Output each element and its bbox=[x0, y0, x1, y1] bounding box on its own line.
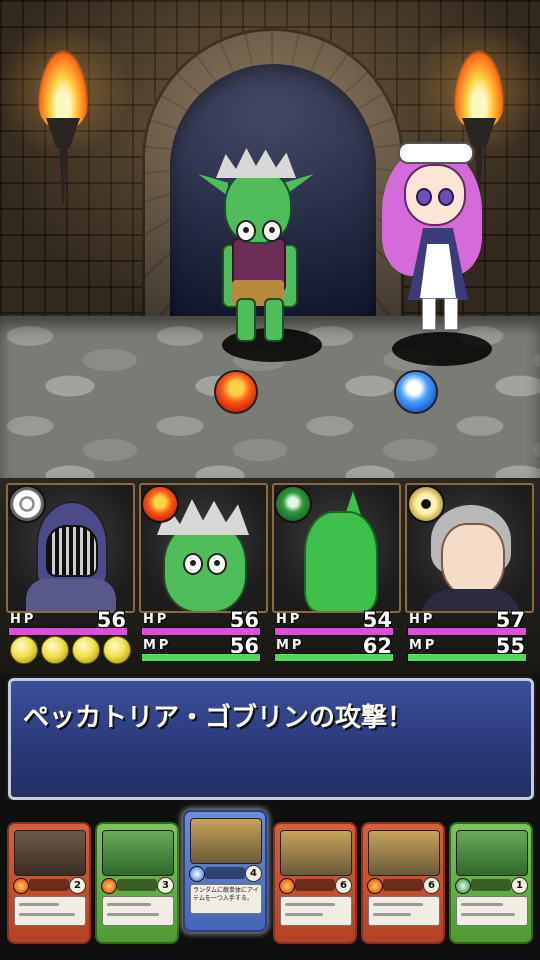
card-text-panel bbox=[280, 896, 352, 926]
enemy-goblin[interactable] bbox=[196, 148, 316, 348]
fire-icon bbox=[101, 878, 117, 894]
card-name-plate bbox=[295, 879, 335, 891]
card-art bbox=[14, 830, 86, 876]
mp-label: MP bbox=[409, 638, 438, 653]
card-name-plate bbox=[471, 879, 511, 891]
hp-stat: HP 54 bbox=[274, 608, 394, 636]
hand-card[interactable]: 6 bbox=[361, 822, 445, 944]
earth-icon bbox=[274, 485, 312, 523]
card-cost: 4 bbox=[245, 865, 262, 882]
card-name-plate bbox=[29, 879, 69, 891]
mp-stat: MP 62 bbox=[274, 634, 394, 662]
energy-orb-icon bbox=[72, 636, 100, 664]
battle-message-text: ペッカトリア・ゴブリンの攻撃！ bbox=[23, 703, 414, 733]
fire-icon bbox=[279, 878, 295, 894]
hand-card-selected[interactable]: 4 ランダムに敵単体にアイテムを一つ入手する。 bbox=[183, 810, 267, 932]
card-text-panel: ランダムに敵単体にアイテムを一つ入手する。 bbox=[190, 884, 262, 914]
mp-bar bbox=[141, 653, 261, 662]
fire-icon bbox=[214, 370, 258, 414]
hp-label: HP bbox=[143, 612, 170, 627]
card-text-panel bbox=[14, 896, 86, 926]
card-art bbox=[368, 830, 440, 876]
card-cost: 3 bbox=[157, 877, 174, 894]
hp-stat: HP 56 bbox=[141, 608, 261, 636]
mp-label: MP bbox=[143, 638, 172, 653]
water-icon bbox=[394, 370, 438, 414]
card-cost: 6 bbox=[335, 877, 352, 894]
card-art bbox=[456, 830, 528, 876]
battle-scene bbox=[0, 0, 540, 478]
hp-stat: HP 57 bbox=[407, 608, 527, 636]
battle-message-box[interactable]: ペッカトリア・ゴブリンの攻撃！ bbox=[8, 678, 534, 800]
party-panel: HP 56 HP 56 HP 54 HP 57 MP 56 MP 62 MP 5… bbox=[0, 478, 540, 674]
enemy-maid[interactable] bbox=[372, 136, 502, 346]
energy-orb-icon bbox=[10, 636, 38, 664]
hand-card[interactable]: 2 bbox=[7, 822, 91, 944]
mp-stat: MP 55 bbox=[407, 634, 527, 662]
hp-bar bbox=[8, 627, 128, 636]
party-member-knight[interactable] bbox=[6, 483, 135, 613]
mp-label: MP bbox=[276, 638, 305, 653]
torch-left bbox=[0, 20, 128, 204]
card-description: ランダムに敵単体にアイテムを一つ入手する。 bbox=[193, 887, 259, 902]
mp-bar bbox=[407, 653, 527, 662]
hp-label: HP bbox=[409, 612, 436, 627]
energy-orb-icon bbox=[103, 636, 131, 664]
hand-card[interactable]: 1 bbox=[449, 822, 533, 944]
party-member-silhouette[interactable] bbox=[272, 483, 401, 613]
wind-icon bbox=[8, 485, 46, 523]
card-hand: 2 3 4 ランダムに敵単体にアイテムを一つ入手する。 6 6 1 bbox=[0, 800, 540, 960]
card-text-panel bbox=[456, 896, 528, 926]
party-member-goblin[interactable] bbox=[139, 483, 268, 613]
card-cost: 1 bbox=[511, 877, 528, 894]
mp-stat: MP 56 bbox=[141, 634, 261, 662]
fire-icon bbox=[367, 878, 383, 894]
mp-bar bbox=[274, 653, 394, 662]
card-art bbox=[102, 830, 174, 876]
hp-label: HP bbox=[276, 612, 303, 627]
card-text-panel bbox=[102, 896, 174, 926]
earth-icon bbox=[455, 878, 471, 894]
card-name-plate bbox=[383, 879, 423, 891]
card-text-panel bbox=[368, 896, 440, 926]
hp-label: HP bbox=[10, 612, 37, 627]
fire-icon bbox=[141, 485, 179, 523]
energy-orb-icon bbox=[41, 636, 69, 664]
light-icon bbox=[407, 485, 445, 523]
water-icon bbox=[189, 866, 205, 882]
party-member-elder[interactable] bbox=[405, 483, 534, 613]
hand-card[interactable]: 6 bbox=[273, 822, 357, 944]
card-cost: 2 bbox=[69, 877, 86, 894]
card-art bbox=[190, 818, 262, 864]
energy-orbs bbox=[10, 636, 140, 666]
hp-stat: HP 56 bbox=[8, 608, 128, 636]
hand-card[interactable]: 3 bbox=[95, 822, 179, 944]
fire-icon bbox=[13, 878, 29, 894]
card-name-plate bbox=[117, 879, 157, 891]
card-cost: 6 bbox=[423, 877, 440, 894]
card-art bbox=[280, 830, 352, 876]
card-name-plate bbox=[205, 867, 245, 879]
